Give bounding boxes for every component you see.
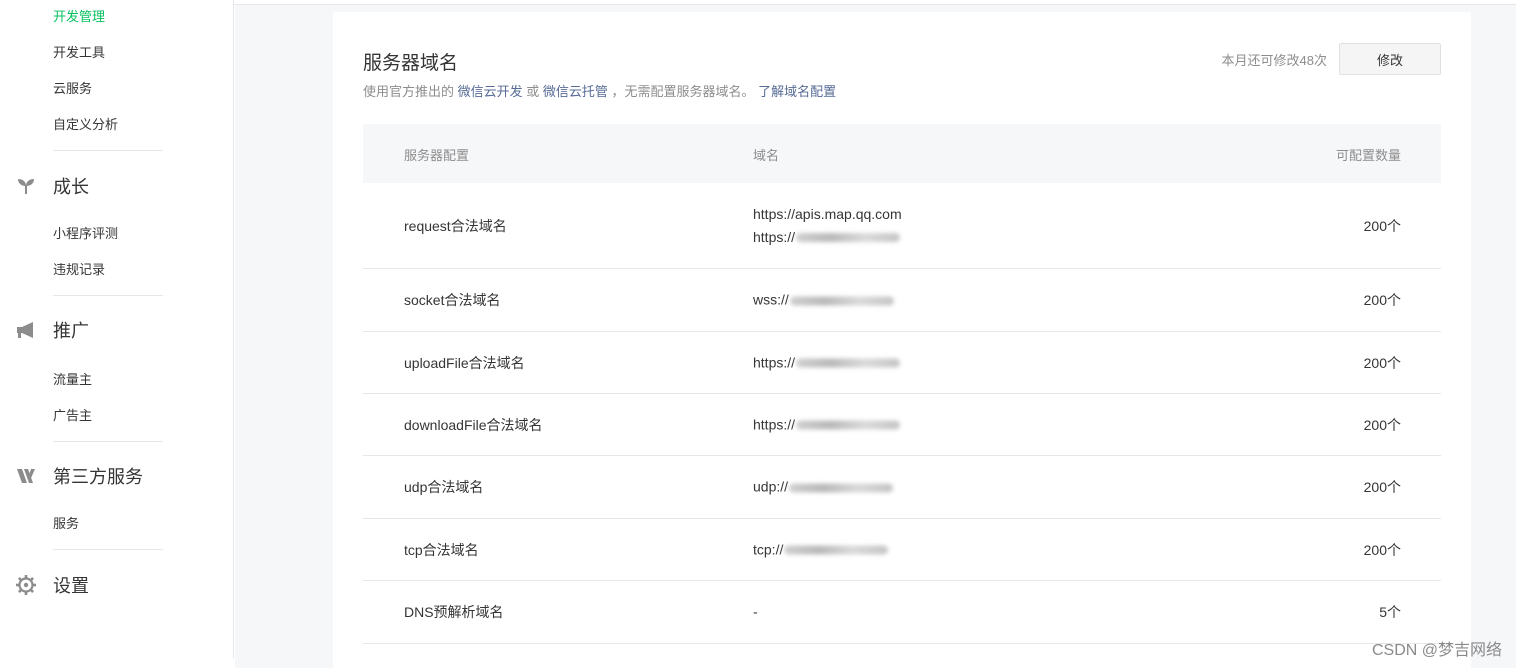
row-count: 5个: [1379, 604, 1401, 620]
sidebar: 开发管理 开发工具 云服务 自定义分析 成长 小程序评测 违规记录 推广 流量主…: [0, 0, 234, 658]
row-domains: tcp://: [753, 538, 889, 561]
domain-value: https://: [753, 354, 796, 370]
header-domain: 域名: [753, 148, 780, 163]
row-name: tcp合法域名: [404, 541, 479, 558]
panel-title: 服务器域名: [363, 53, 459, 74]
sidebar-item-dev-management[interactable]: 开发管理: [53, 8, 105, 26]
sidebar-group-settings[interactable]: 设置: [14, 572, 89, 598]
panel-description: 使用官方推出的 微信云开发 或 微信云托管 ，无需配置服务器域名。 了解域名配置: [363, 81, 836, 100]
sidebar-group-promotion[interactable]: 推广: [14, 317, 89, 343]
desc-text: 或: [522, 84, 543, 99]
table-row: DNS预解析域名 - 5个: [363, 581, 1441, 644]
domain-value: https://: [753, 416, 796, 432]
row-count: 200个: [1363, 479, 1401, 495]
header-server-config: 服务器配置: [404, 148, 470, 163]
row-name: udp合法域名: [404, 479, 484, 495]
megaphone-icon: [14, 318, 38, 342]
table-row: downloadFile合法域名 https:// 200个: [363, 394, 1441, 456]
redacted-domain: [789, 483, 894, 493]
domain-value: wss://: [753, 291, 789, 308]
watermark: CSDN @梦吉网络: [1371, 642, 1502, 659]
table-header: 服务器配置 域名 可配置数量: [363, 124, 1441, 183]
domain-value: https://: [753, 228, 796, 245]
row-domains: udp://: [753, 476, 894, 499]
sidebar-group-label: 推广: [53, 321, 89, 341]
wechat-cloud-dev-link[interactable]: 微信云开发: [458, 84, 523, 99]
wechat-cloud-hosting-link[interactable]: 微信云托管: [543, 84, 608, 99]
sidebar-group-label: 成长: [53, 177, 89, 197]
sidebar-item-advertiser[interactable]: 广告主: [53, 407, 92, 425]
sidebar-group-label: 设置: [53, 576, 89, 596]
row-domains: https://: [753, 413, 901, 436]
domain-value: tcp://: [753, 541, 784, 557]
header-count: 可配置数量: [1335, 148, 1401, 163]
sidebar-divider: [53, 295, 163, 296]
redacted-domain: [796, 420, 901, 430]
row-count: 200个: [1363, 541, 1401, 558]
table-row: socket合法域名 wss:// 200个: [363, 269, 1441, 332]
table-row: request合法域名 https://apis.map.qq.com http…: [363, 183, 1441, 269]
sprout-icon: [14, 174, 38, 198]
row-domains: -: [753, 601, 758, 624]
row-name: uploadFile合法域名: [404, 354, 525, 371]
sidebar-group-label: 第三方服务: [53, 467, 143, 487]
table-row: udp合法域名 udp:// 200个: [363, 456, 1441, 519]
third-party-icon: [14, 464, 38, 488]
learn-domain-config-link[interactable]: 了解域名配置: [758, 84, 836, 99]
sidebar-item-violations[interactable]: 违规记录: [53, 261, 105, 279]
sidebar-item-cloud-service[interactable]: 云服务: [53, 80, 92, 98]
domain-value: -: [753, 603, 758, 620]
redacted-domain: [796, 233, 901, 243]
sidebar-group-third-party[interactable]: 第三方服务: [14, 463, 143, 489]
gear-icon: [14, 573, 38, 597]
server-domain-panel: 服务器域名 使用官方推出的 微信云开发 或 微信云托管 ，无需配置服务器域名。 …: [333, 12, 1471, 668]
redacted-domain: [789, 296, 894, 306]
redacted-domain: [796, 358, 901, 368]
row-name: DNS预解析域名: [404, 604, 504, 620]
sidebar-divider: [53, 549, 163, 550]
sidebar-item-service[interactable]: 服务: [53, 515, 79, 533]
desc-text: 使用官方推出的: [363, 84, 458, 99]
row-count: 200个: [1363, 354, 1401, 371]
row-count: 200个: [1363, 292, 1401, 308]
domain-table: 服务器配置 域名 可配置数量 request合法域名 https://apis.…: [363, 124, 1441, 644]
row-domains: https://apis.map.qq.com https://: [753, 203, 902, 249]
table-row: tcp合法域名 tcp:// 200个: [363, 519, 1441, 581]
sidebar-item-dev-tools[interactable]: 开发工具: [53, 44, 105, 62]
row-count: 200个: [1363, 217, 1401, 234]
sidebar-item-custom-analysis[interactable]: 自定义分析: [53, 116, 118, 134]
row-domains: wss://: [753, 289, 894, 312]
row-count: 200个: [1363, 416, 1401, 433]
modify-quota-text: 本月还可修改48次: [1221, 53, 1327, 68]
row-domains: https://: [753, 351, 901, 374]
sidebar-divider: [53, 441, 163, 442]
modify-button[interactable]: 修改: [1339, 43, 1441, 75]
sidebar-divider: [53, 150, 163, 151]
sidebar-item-traffic-owner[interactable]: 流量主: [53, 371, 92, 389]
table-row: uploadFile合法域名 https:// 200个: [363, 332, 1441, 394]
sidebar-group-growth[interactable]: 成长: [14, 173, 89, 199]
sidebar-item-review[interactable]: 小程序评测: [53, 225, 118, 243]
domain-value: https://apis.map.qq.com: [753, 205, 902, 222]
row-name: socket合法域名: [404, 292, 501, 308]
domain-value: udp://: [753, 478, 789, 495]
row-name: request合法域名: [404, 217, 507, 234]
row-name: downloadFile合法域名: [404, 416, 543, 433]
redacted-domain: [784, 545, 889, 555]
desc-text: ，无需配置服务器域名。: [607, 84, 759, 99]
